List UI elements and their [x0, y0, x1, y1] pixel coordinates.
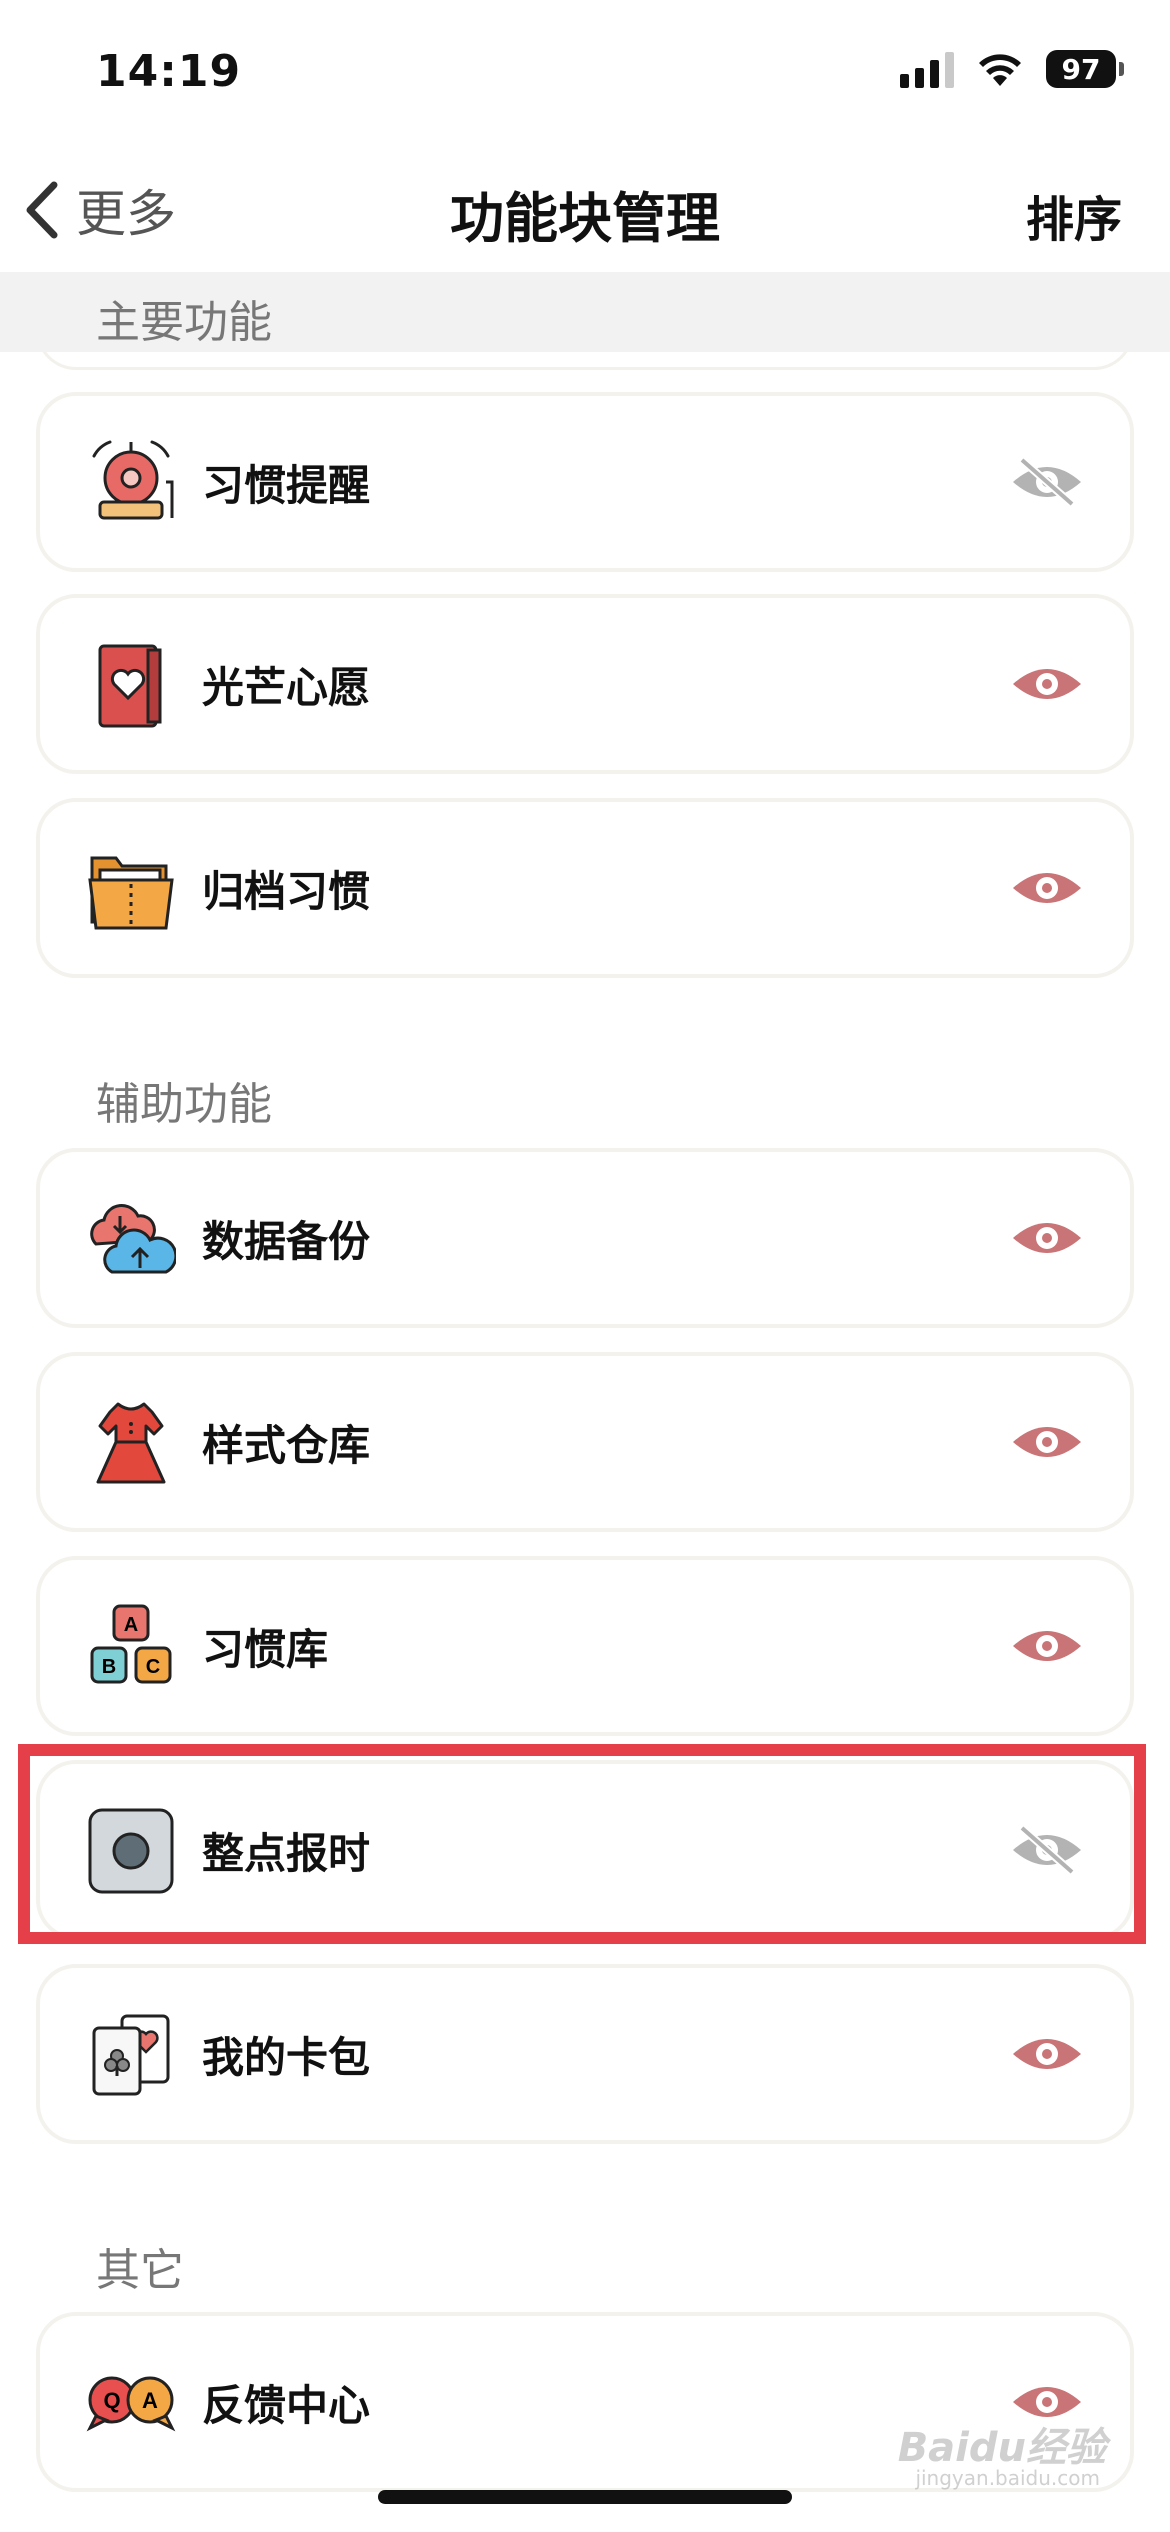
- watermark-url: jingyan.baidu.com: [915, 2466, 1100, 2490]
- section-header-main: 主要功能: [0, 272, 1170, 352]
- item-label: 数据备份: [202, 1216, 371, 1266]
- eye-icon[interactable]: [1010, 2030, 1084, 2078]
- battery-indicator: 97: [1046, 50, 1124, 88]
- status-time: 14:19: [96, 46, 242, 97]
- item-label: 习惯库: [202, 1624, 329, 1674]
- status-icons: 97: [900, 50, 1124, 88]
- abc-blocks-icon: A B C: [90, 1604, 172, 1684]
- section-title-auxiliary: 辅助功能: [96, 1079, 272, 1130]
- clock-button-icon: [88, 1808, 174, 1894]
- svg-text:C: C: [146, 1656, 160, 1678]
- list-item-card-wallet[interactable]: 我的卡包: [36, 1964, 1134, 2144]
- list-item-style-store[interactable]: 样式仓库: [36, 1352, 1134, 1532]
- wish-card-icon: [98, 644, 162, 728]
- section-title: 主要功能: [96, 297, 272, 348]
- svg-text:A: A: [124, 1614, 138, 1636]
- eye-off-icon[interactable]: [1010, 458, 1084, 506]
- page-title: 功能块管理: [450, 187, 720, 250]
- alarm-bell-icon: [92, 440, 174, 520]
- list-item-habit-library[interactable]: A B C 习惯库: [36, 1556, 1134, 1736]
- item-label: 样式仓库: [202, 1420, 371, 1470]
- svg-text:A: A: [142, 2388, 158, 2413]
- cellular-signal-icon: [900, 50, 954, 88]
- eye-icon[interactable]: [1010, 864, 1084, 912]
- home-indicator: [378, 2490, 792, 2504]
- eye-icon[interactable]: [1010, 1418, 1084, 1466]
- eye-off-icon[interactable]: [1010, 1826, 1084, 1874]
- list-item-habit-reminder[interactable]: 习惯提醒: [36, 392, 1134, 572]
- eye-icon[interactable]: [1010, 1214, 1084, 1262]
- item-label: 光芒心愿: [202, 662, 371, 712]
- qa-bubbles-icon: Q A: [86, 2376, 176, 2432]
- cards-icon: [92, 2014, 170, 2096]
- eye-icon[interactable]: [1010, 660, 1084, 708]
- item-label: 我的卡包: [202, 2032, 371, 2082]
- item-label: 整点报时: [202, 1828, 371, 1878]
- navigation-bar: 更多 功能块管理 排序: [0, 150, 1170, 270]
- item-label: 习惯提醒: [202, 460, 371, 510]
- status-bar: 14:19 97: [0, 0, 1170, 150]
- item-label: 反馈中心: [202, 2380, 371, 2430]
- item-label: 归档习惯: [202, 866, 371, 916]
- list-item-archive[interactable]: 归档习惯: [36, 798, 1134, 978]
- svg-text:B: B: [102, 1656, 116, 1678]
- list-item-hourly-chime[interactable]: 整点报时: [36, 1760, 1134, 1940]
- list-item-data-backup[interactable]: 数据备份: [36, 1148, 1134, 1328]
- section-title-other: 其它: [96, 2245, 184, 2296]
- dress-icon: [96, 1402, 166, 1484]
- eye-icon[interactable]: [1010, 1622, 1084, 1670]
- watermark: Baidu经验: [897, 2425, 1106, 2471]
- sort-button[interactable]: 排序: [1026, 180, 1122, 250]
- svg-text:Q: Q: [103, 2388, 120, 2413]
- cloud-backup-icon: [90, 1204, 176, 1274]
- wifi-icon: [979, 54, 1021, 86]
- list-item-wish[interactable]: 光芒心愿: [36, 594, 1134, 774]
- archive-folder-icon: [88, 856, 174, 930]
